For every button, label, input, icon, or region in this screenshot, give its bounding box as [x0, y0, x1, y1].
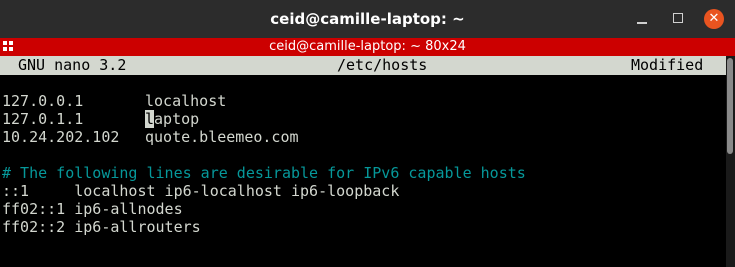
nano-status: Modified: [631, 56, 704, 74]
window-title: ceid@camille-laptop: ~: [270, 10, 465, 28]
minimize-button[interactable]: [633, 10, 651, 28]
hosts-line: 10.24.202.102 quote.bleemeo.com: [2, 128, 722, 146]
comment-line: # The following lines are desirable for …: [2, 164, 526, 182]
text-cursor: l: [145, 110, 155, 128]
nano-header-bar: GNU nano 3.2 /etc/hosts Modified: [0, 56, 726, 75]
nano-filename: /etc/hosts: [337, 56, 428, 74]
host-name: laptop: [145, 110, 199, 128]
nano-version: GNU nano 3.2: [18, 56, 127, 74]
minimize-icon: [637, 22, 647, 24]
scrollbar-thumb[interactable]: [727, 58, 733, 154]
close-icon: ✕: [708, 11, 720, 26]
maximize-button[interactable]: [670, 10, 688, 28]
terminal-title: ceid@camille-laptop: ~ 80x24: [269, 39, 466, 54]
hosts-line: 127.0.1.1 laptop: [2, 110, 722, 128]
scrollbar[interactable]: [726, 56, 735, 267]
editor-content[interactable]: 127.0.0.1 localhost 127.0.1.1 laptop 10.…: [2, 92, 722, 236]
host-ip: 10.24.202.102: [2, 128, 120, 146]
hosts-line: ff02::2 ip6-allrouters: [2, 218, 201, 236]
host-ip: 127.0.0.1: [2, 92, 84, 110]
hosts-line: ff02::1 ip6-allnodes: [2, 200, 183, 218]
terminal-window: ceid@camille-laptop: ~ ✕ ceid@camille-la…: [0, 0, 735, 267]
host-name: quote.bleemeo.com: [145, 128, 299, 146]
host-ip: 127.0.1.1: [2, 110, 84, 128]
hosts-line: 127.0.0.1 localhost: [2, 92, 722, 110]
terminal-titlebar: ceid@camille-laptop: ~ 80x24: [0, 38, 735, 56]
maximize-icon: [673, 13, 683, 23]
host-name: localhost: [145, 92, 227, 110]
window-titlebar[interactable]: ceid@camille-laptop: ~ ✕: [0, 0, 735, 38]
hosts-line: ::1 localhost ip6-localhost ip6-loopback: [2, 182, 400, 200]
host-name-rest: aptop: [154, 110, 200, 128]
close-button[interactable]: ✕: [704, 9, 724, 29]
